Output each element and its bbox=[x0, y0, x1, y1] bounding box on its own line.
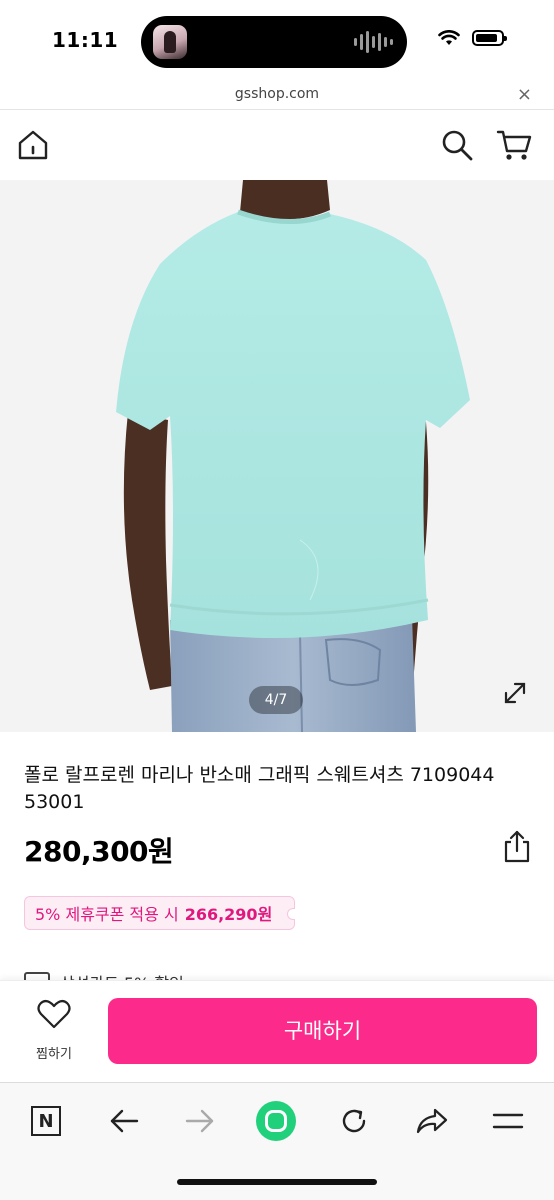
wifi-icon bbox=[438, 30, 460, 45]
home-indicator[interactable] bbox=[177, 1179, 377, 1185]
coupon-notch bbox=[287, 908, 296, 920]
close-icon[interactable]: × bbox=[517, 84, 532, 106]
home-icon[interactable] bbox=[16, 128, 50, 162]
menu-icon bbox=[492, 1113, 524, 1129]
buy-button[interactable]: 구매하기 bbox=[108, 998, 537, 1064]
coupon-badge[interactable]: 5% 제휴쿠폰 적용 시 266,290원 bbox=[24, 896, 296, 930]
product-image-carousel[interactable]: 4/7 bbox=[0, 180, 554, 732]
site-header bbox=[0, 110, 554, 180]
reload-icon bbox=[342, 1109, 366, 1133]
back-arrow-icon bbox=[110, 1109, 139, 1133]
menu-button[interactable] bbox=[488, 1101, 528, 1141]
naver-n-icon: N bbox=[31, 1106, 61, 1136]
buy-bar: 찜하기 구매하기 bbox=[0, 980, 554, 1082]
coupon-price: 266,290원 bbox=[184, 905, 273, 924]
heart-icon bbox=[37, 999, 71, 1029]
back-button[interactable] bbox=[104, 1101, 144, 1141]
share-page-button[interactable] bbox=[412, 1101, 452, 1141]
green-home-icon bbox=[256, 1101, 296, 1141]
expand-icon[interactable] bbox=[502, 680, 528, 706]
status-time: 11:11 bbox=[52, 28, 119, 52]
wishlist-label: 찜하기 bbox=[36, 1047, 72, 1062]
green-home-button[interactable] bbox=[256, 1101, 296, 1141]
image-counter: 4/7 bbox=[249, 686, 303, 714]
reload-button[interactable] bbox=[334, 1101, 374, 1141]
forward-arrow-icon bbox=[185, 1109, 214, 1133]
product-price: 280,300원 bbox=[24, 835, 174, 868]
product-title: 폴로 랄프로렌 마리나 반소매 그래픽 스웨트셔츠 7109044 53001 bbox=[24, 764, 495, 813]
search-icon[interactable] bbox=[440, 128, 474, 162]
url-text[interactable]: gsshop.com bbox=[0, 86, 554, 102]
wishlist-button[interactable]: 찜하기 bbox=[22, 999, 86, 1069]
status-bar: 11:11 bbox=[0, 0, 554, 84]
share-icon[interactable] bbox=[502, 830, 532, 864]
now-playing-thumbnail bbox=[153, 25, 187, 59]
dynamic-island[interactable] bbox=[141, 16, 407, 68]
status-icons bbox=[438, 30, 507, 46]
product-photo bbox=[0, 180, 554, 732]
url-bar[interactable]: gsshop.com × bbox=[0, 84, 554, 110]
audio-wave-icon bbox=[354, 30, 393, 54]
naver-button[interactable]: N bbox=[26, 1101, 66, 1141]
battery-icon bbox=[472, 30, 507, 46]
cart-icon[interactable] bbox=[496, 128, 532, 162]
share-arrow-icon bbox=[416, 1108, 448, 1134]
forward-button[interactable] bbox=[180, 1101, 220, 1141]
coupon-text: 5% 제휴쿠폰 적용 시 bbox=[35, 905, 179, 924]
